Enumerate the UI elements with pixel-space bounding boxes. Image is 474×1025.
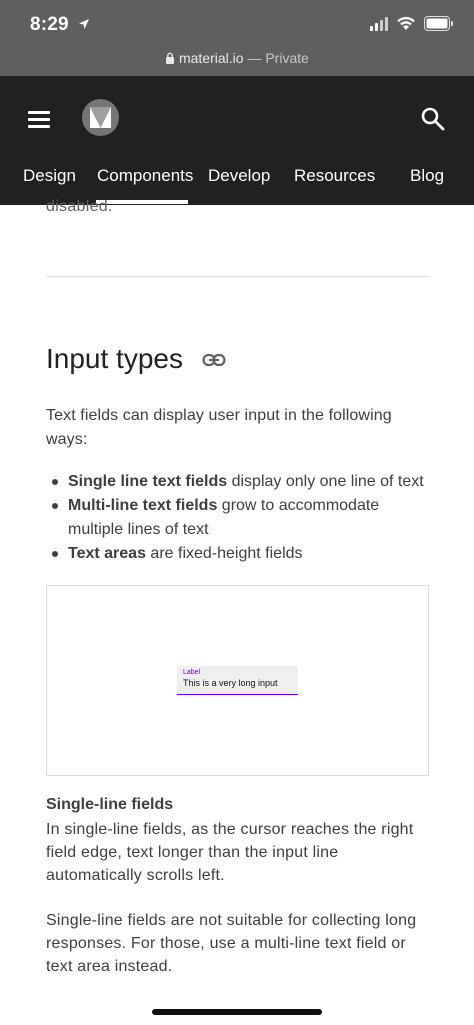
demo-field-label: Label xyxy=(183,669,201,676)
search-icon xyxy=(421,107,445,131)
demo-frame: Label This is a very long input xyxy=(46,585,429,776)
home-indicator[interactable] xyxy=(152,1009,322,1015)
clipped-text: disabled. xyxy=(46,198,113,215)
wifi-icon xyxy=(396,16,416,31)
status-time: 8:29 xyxy=(30,14,90,36)
url-bar[interactable]: material.io — Private xyxy=(0,50,474,66)
search-button[interactable] xyxy=(418,104,448,134)
list-item: Single line text fields display only one… xyxy=(46,470,426,494)
demo-field-value: This is a very long input xyxy=(183,678,278,688)
status-time-text: 8:29 xyxy=(30,14,69,35)
location-arrow-icon xyxy=(78,17,90,33)
bullet-list: Single line text fields display only one… xyxy=(46,470,426,566)
tab-resources[interactable]: Resources xyxy=(294,166,375,186)
list-item: Multi-line text fields grow to accommoda… xyxy=(46,494,426,542)
section-title: Input types xyxy=(46,343,183,374)
battery-icon xyxy=(424,16,454,31)
list-item-bold: Single line text fields xyxy=(68,473,228,490)
divider xyxy=(46,276,429,277)
app-header: Design Components Develop Resources Blog xyxy=(0,76,474,205)
tab-design[interactable]: Design xyxy=(23,166,76,186)
demo-text-field[interactable]: Label This is a very long input xyxy=(177,666,298,695)
tab-blog[interactable]: Blog xyxy=(410,166,444,186)
tab-components[interactable]: Components xyxy=(97,166,193,186)
menu-button[interactable] xyxy=(28,109,54,129)
intro-paragraph: Text fields can display user input in th… xyxy=(46,407,392,448)
lock-icon xyxy=(165,50,179,66)
subsection-title: Single-line fields xyxy=(46,796,174,813)
list-item-text: display only one line of text xyxy=(227,473,424,490)
paragraph-2: Single-line fields are not suitable for … xyxy=(46,912,417,975)
tab-develop[interactable]: Develop xyxy=(208,166,270,186)
list-item-text: are fixed-height fields xyxy=(145,545,303,562)
url-text: material.io xyxy=(178,50,244,66)
private-label: — Private xyxy=(247,50,309,66)
list-item-bold: Multi-line text fields xyxy=(68,497,218,514)
list-item: Text areas are fixed-height fields xyxy=(46,542,426,566)
signal-icon xyxy=(370,16,388,31)
link-icon[interactable] xyxy=(202,350,226,370)
browser-top-bar: 8:29 material.io — Private xyxy=(0,0,474,76)
material-logo-icon[interactable] xyxy=(82,99,119,136)
list-item-bold: Text areas xyxy=(68,545,146,562)
paragraph-1: In single-line fields, as the cursor rea… xyxy=(46,821,414,884)
status-icons xyxy=(370,16,454,31)
